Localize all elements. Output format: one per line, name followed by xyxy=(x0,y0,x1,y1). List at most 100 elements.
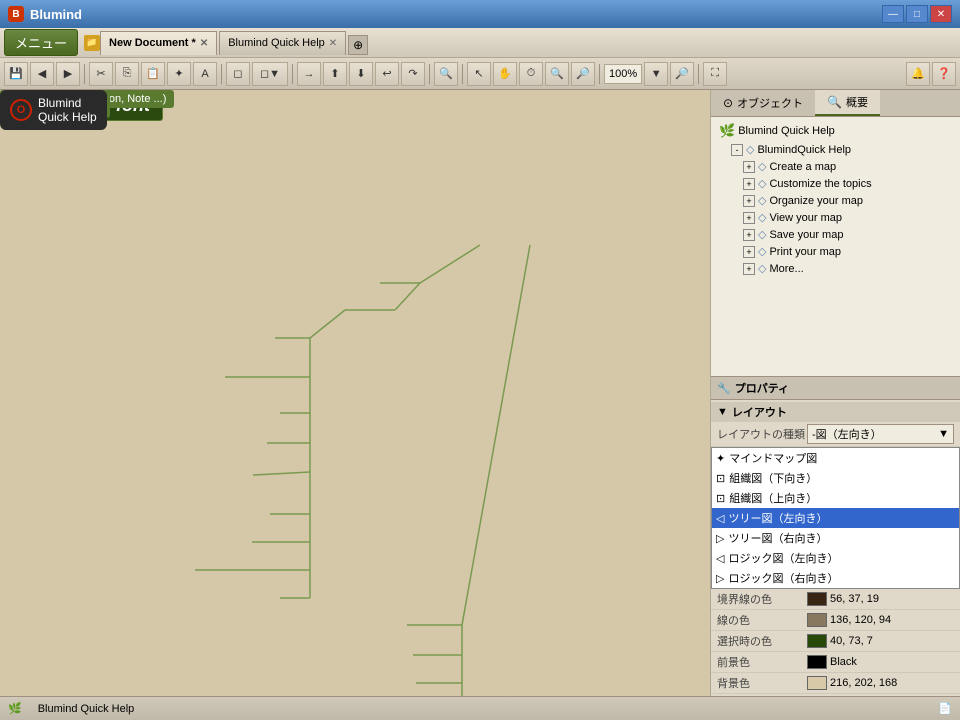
toolbar-view[interactable]: ◻ xyxy=(226,62,250,86)
canvas[interactable]: O BlumindQuick Help Create a map Customi… xyxy=(0,90,710,696)
app-icon: B xyxy=(8,6,24,22)
toolbar-add[interactable]: → xyxy=(297,62,321,86)
layout-option-logic-left[interactable]: ◁ ロジック図（左向き） xyxy=(712,548,959,568)
line-color-row: 線の色 136, 120, 94 xyxy=(711,610,960,631)
central-node[interactable]: O BlumindQuick Help xyxy=(0,90,107,130)
expand-icon[interactable]: + xyxy=(743,178,755,190)
toolbar-paste[interactable]: 📋 xyxy=(141,62,165,86)
toolbar-search[interactable]: 🔍 xyxy=(434,62,458,86)
zoom-display: 100% xyxy=(604,64,642,84)
expand-icon[interactable]: + xyxy=(743,263,755,275)
tab-quick-help[interactable]: Blumind Quick Help ✕ xyxy=(219,31,346,55)
tab-new-document[interactable]: New Document * ✕ xyxy=(100,31,217,55)
toolbar-copy[interactable]: ⎘ xyxy=(115,62,139,86)
toolbar-redo[interactable]: ↷ xyxy=(401,62,425,86)
tree-item-blumind[interactable]: - ◇ BlumindQuick Help xyxy=(727,141,956,158)
object-icon: ⊙ xyxy=(723,96,733,110)
tree-root[interactable]: 🌿 Blumind Quick Help xyxy=(715,121,956,141)
tree-item-view[interactable]: + ◇ View your map xyxy=(739,209,956,226)
toolbar-zoom-out[interactable]: 🔎 xyxy=(571,62,595,86)
layout-option-tree-left[interactable]: ◁ ツリー図（左向き） xyxy=(712,508,959,528)
toolbar-extra1[interactable]: 🔔 xyxy=(906,62,930,86)
layout-section: ▼ レイアウト レイアウトの種類 -図（左向き） ▼ ✦ xyxy=(711,402,960,694)
layout-option-org-down[interactable]: ⊡ 組織図（下向き） xyxy=(712,468,959,488)
layout-option-org-up[interactable]: ⊡ 組織図（上向き） xyxy=(712,488,959,508)
expand-icon[interactable]: + xyxy=(743,195,755,207)
expand-icon[interactable]: + xyxy=(743,212,755,224)
toolbar-separator xyxy=(221,64,222,84)
toolbar-hand[interactable]: ✋ xyxy=(493,62,517,86)
expand-icon[interactable]: + xyxy=(743,161,755,173)
tree-item-customize[interactable]: + ◇ Customize the topics xyxy=(739,175,956,192)
layout-option-tree-right[interactable]: ▷ ツリー図（右向き） xyxy=(712,528,959,548)
tree-item-create[interactable]: + ◇ Create a map xyxy=(739,158,956,175)
maximize-button[interactable]: □ xyxy=(906,5,928,23)
expand-icon[interactable]: + xyxy=(743,229,755,241)
layout-icon: ⊡ xyxy=(716,472,725,485)
toolbar-back[interactable]: ◀ xyxy=(30,62,54,86)
layout-type-value: -図（左向き） ▼ xyxy=(807,424,954,444)
close-button[interactable]: ✕ xyxy=(930,5,952,23)
toolbar-undo[interactable]: ↩ xyxy=(375,62,399,86)
toolbar-fullscreen[interactable]: ⛶ xyxy=(703,62,727,86)
layout-option-logic-right[interactable]: ▷ ロジック図（右向き） xyxy=(712,568,959,588)
toolbar-up[interactable]: ⬆ xyxy=(323,62,347,86)
select-color-row: 選択時の色 40, 73, 7 xyxy=(711,631,960,652)
tree-item-organize[interactable]: + ◇ Organize your map xyxy=(739,192,956,209)
toolbar-cursor[interactable]: ↖ xyxy=(467,62,491,86)
tree-item-save[interactable]: + ◇ Save your map xyxy=(739,226,956,243)
panel-tab-bar: ⊙ オブジェクト 🔍 概要 xyxy=(711,90,960,117)
minimize-button[interactable]: — xyxy=(882,5,904,23)
tree-item-more[interactable]: + ◇ More... xyxy=(739,260,956,277)
toolbar-forward[interactable]: ▶ xyxy=(56,62,80,86)
tab-summary[interactable]: 🔍 概要 xyxy=(815,90,880,116)
tree-item-print[interactable]: + ◇ Print your map xyxy=(739,243,956,260)
line-color-swatch[interactable] xyxy=(807,613,827,627)
border-color-swatch[interactable] xyxy=(807,592,827,606)
toolbar-timer[interactable]: ⏱ xyxy=(519,62,543,86)
toolbar-format[interactable]: ✦ xyxy=(167,62,191,86)
toolbar-save[interactable]: 💾 xyxy=(4,62,28,86)
titlebar: B Blumind — □ ✕ xyxy=(0,0,960,28)
tab-object[interactable]: ⊙ オブジェクト xyxy=(711,90,815,116)
layout-section-header[interactable]: ▼ レイアウト xyxy=(711,402,960,422)
collapse-icon: ▼ xyxy=(717,406,728,418)
layout-dropdown[interactable]: -図（左向き） ▼ xyxy=(807,424,954,444)
bg-color-swatch[interactable] xyxy=(807,676,827,690)
toolbar-zoom-picker[interactable]: ▼ xyxy=(644,62,668,86)
toolbar-down[interactable]: ⬇ xyxy=(349,62,373,86)
toolbar-separator xyxy=(84,64,85,84)
toolbar-separator xyxy=(599,64,600,84)
toolbar-cut[interactable]: ✂ xyxy=(89,62,113,86)
toolbar-zoom-in[interactable]: 🔍 xyxy=(545,62,569,86)
expand-icon[interactable]: - xyxy=(731,144,743,156)
tree-view: 🌿 Blumind Quick Help - ◇ BlumindQuick He… xyxy=(711,117,960,376)
statusbar: 🌿 Blumind Quick Help 📄 xyxy=(0,696,960,720)
menu-button[interactable]: メニュー xyxy=(4,29,78,56)
border-color-row: 境界線の色 56, 37, 19 xyxy=(711,589,960,610)
tab-close-icon[interactable]: ✕ xyxy=(329,38,337,49)
layout-option-mindmap[interactable]: ✦ マインドマップ図 xyxy=(712,448,959,468)
canvas-svg xyxy=(0,90,710,696)
tree-node-icon: ◇ xyxy=(758,228,766,241)
app-title: Blumind xyxy=(30,7,882,22)
toolbar-zoom-fit[interactable]: 🔎 xyxy=(670,62,694,86)
border-color-value: 56, 37, 19 xyxy=(807,592,954,606)
toolbar-layout[interactable]: ◻▼ xyxy=(252,62,288,86)
expand-icon[interactable]: + xyxy=(743,246,755,258)
select-color-swatch[interactable] xyxy=(807,634,827,648)
props-icon: 🔧 xyxy=(717,382,731,395)
layout-icon: ◁ xyxy=(716,512,724,525)
new-tab-button[interactable]: ⊕ xyxy=(348,35,368,55)
tree-node-icon: ◇ xyxy=(746,143,754,156)
layout-icon: ▷ xyxy=(716,572,724,585)
tab-close-icon[interactable]: ✕ xyxy=(200,38,208,49)
fg-color-swatch[interactable] xyxy=(807,655,827,669)
line-color-label: 線の色 xyxy=(717,612,807,628)
select-color-value: 40, 73, 7 xyxy=(807,634,954,648)
layout-type-row: レイアウトの種類 -図（左向き） ▼ xyxy=(711,422,960,447)
toolbar-text[interactable]: A xyxy=(193,62,217,86)
tree-node-icon: ◇ xyxy=(758,177,766,190)
toolbar-extra2[interactable]: ❓ xyxy=(932,62,956,86)
tree-node-icon: ◇ xyxy=(758,245,766,258)
